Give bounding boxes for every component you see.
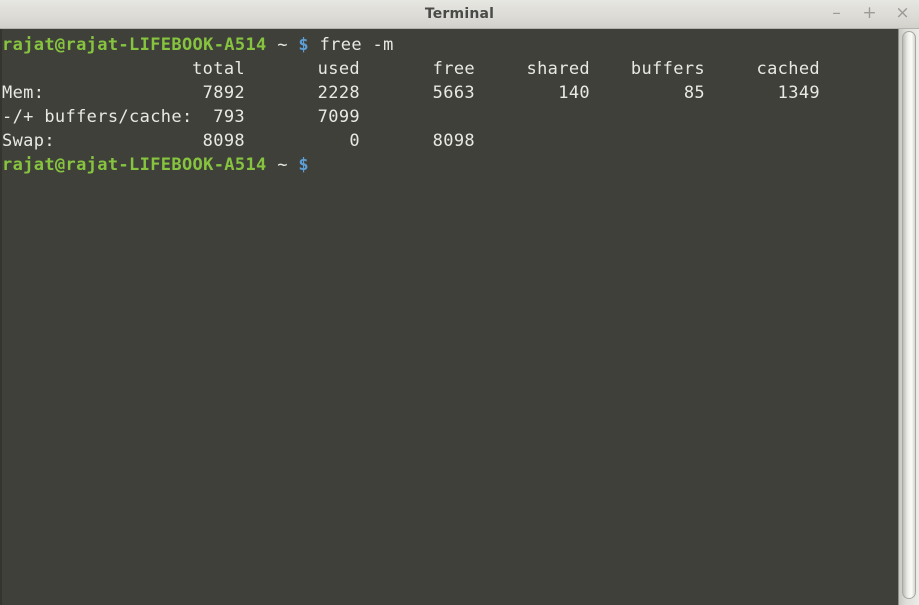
prompt-spacer-1 xyxy=(267,35,278,55)
cell-total: 793 xyxy=(213,107,245,127)
output-row-swap: Swap: 8098 0 8098 xyxy=(2,129,898,153)
close-button[interactable]: × xyxy=(894,4,911,25)
prompt-path: ~ xyxy=(277,155,288,175)
maximize-button[interactable]: + xyxy=(861,4,878,25)
window-title: Terminal xyxy=(424,6,495,22)
cell-total: 8098 xyxy=(202,131,245,151)
row-label: Mem: xyxy=(2,83,45,103)
prompt-spacer-2 xyxy=(288,35,299,55)
cell-free: 8098 xyxy=(432,131,475,151)
prompt-spacer-3 xyxy=(309,35,320,55)
cell-used: 7099 xyxy=(317,107,360,127)
cell-buffers: 85 xyxy=(683,83,705,103)
row-label: -/+ buffers/cache: xyxy=(2,107,193,127)
prompt-line-command: rajat@rajat-LIFEBOOK-A514 ~ $ free -m xyxy=(2,33,898,57)
header-free: free xyxy=(432,59,475,79)
terminal-screen[interactable]: rajat@rajat-LIFEBOOK-A514 ~ $ free -m to… xyxy=(0,29,898,605)
output-row-buffers-cache: -/+ buffers/cache: 793 7099 xyxy=(2,105,898,129)
header-buffers: buffers xyxy=(630,59,705,79)
prompt-user-host: rajat@rajat-LIFEBOOK-A514 xyxy=(2,155,267,175)
output-row-mem: Mem: 7892 2228 5663 140 85 1349 xyxy=(2,81,898,105)
command-text: free -m xyxy=(319,35,394,55)
minimize-button[interactable]: – xyxy=(828,4,845,25)
output-header-row: total used free shared buffers cached xyxy=(2,57,898,81)
cell-used: 2228 xyxy=(317,83,360,103)
header-used: used xyxy=(317,59,360,79)
prompt-symbol: $ xyxy=(298,155,309,175)
header-shared: shared xyxy=(526,59,590,79)
prompt-user-host: rajat@rajat-LIFEBOOK-A514 xyxy=(2,35,267,55)
cell-cached: 1349 xyxy=(777,83,820,103)
scrollbar-thumb[interactable] xyxy=(902,31,916,599)
window-titlebar[interactable]: Terminal – + × xyxy=(0,0,919,29)
cell-shared: 140 xyxy=(558,83,590,103)
cell-free: 5663 xyxy=(432,83,475,103)
screen-left-edge xyxy=(0,29,2,605)
prompt-line-trailing: rajat@rajat-LIFEBOOK-A514 ~ $ xyxy=(2,153,898,177)
prompt-path: ~ xyxy=(277,35,288,55)
prompt-spacer-1 xyxy=(267,155,278,175)
vertical-scrollbar[interactable] xyxy=(898,29,919,605)
header-cached: cached xyxy=(756,59,820,79)
header-total: total xyxy=(192,59,245,79)
cell-used: 0 xyxy=(349,131,360,151)
prompt-spacer-2 xyxy=(288,155,299,175)
prompt-symbol: $ xyxy=(298,35,309,55)
window-controls-group: – + × xyxy=(828,0,911,29)
terminal-body: rajat@rajat-LIFEBOOK-A514 ~ $ free -m to… xyxy=(0,29,919,605)
row-label: Swap: xyxy=(2,131,55,151)
terminal-window: Terminal – + × rajat@rajat-LIFEBOOK-A514… xyxy=(0,0,919,605)
cell-total: 7892 xyxy=(202,83,245,103)
